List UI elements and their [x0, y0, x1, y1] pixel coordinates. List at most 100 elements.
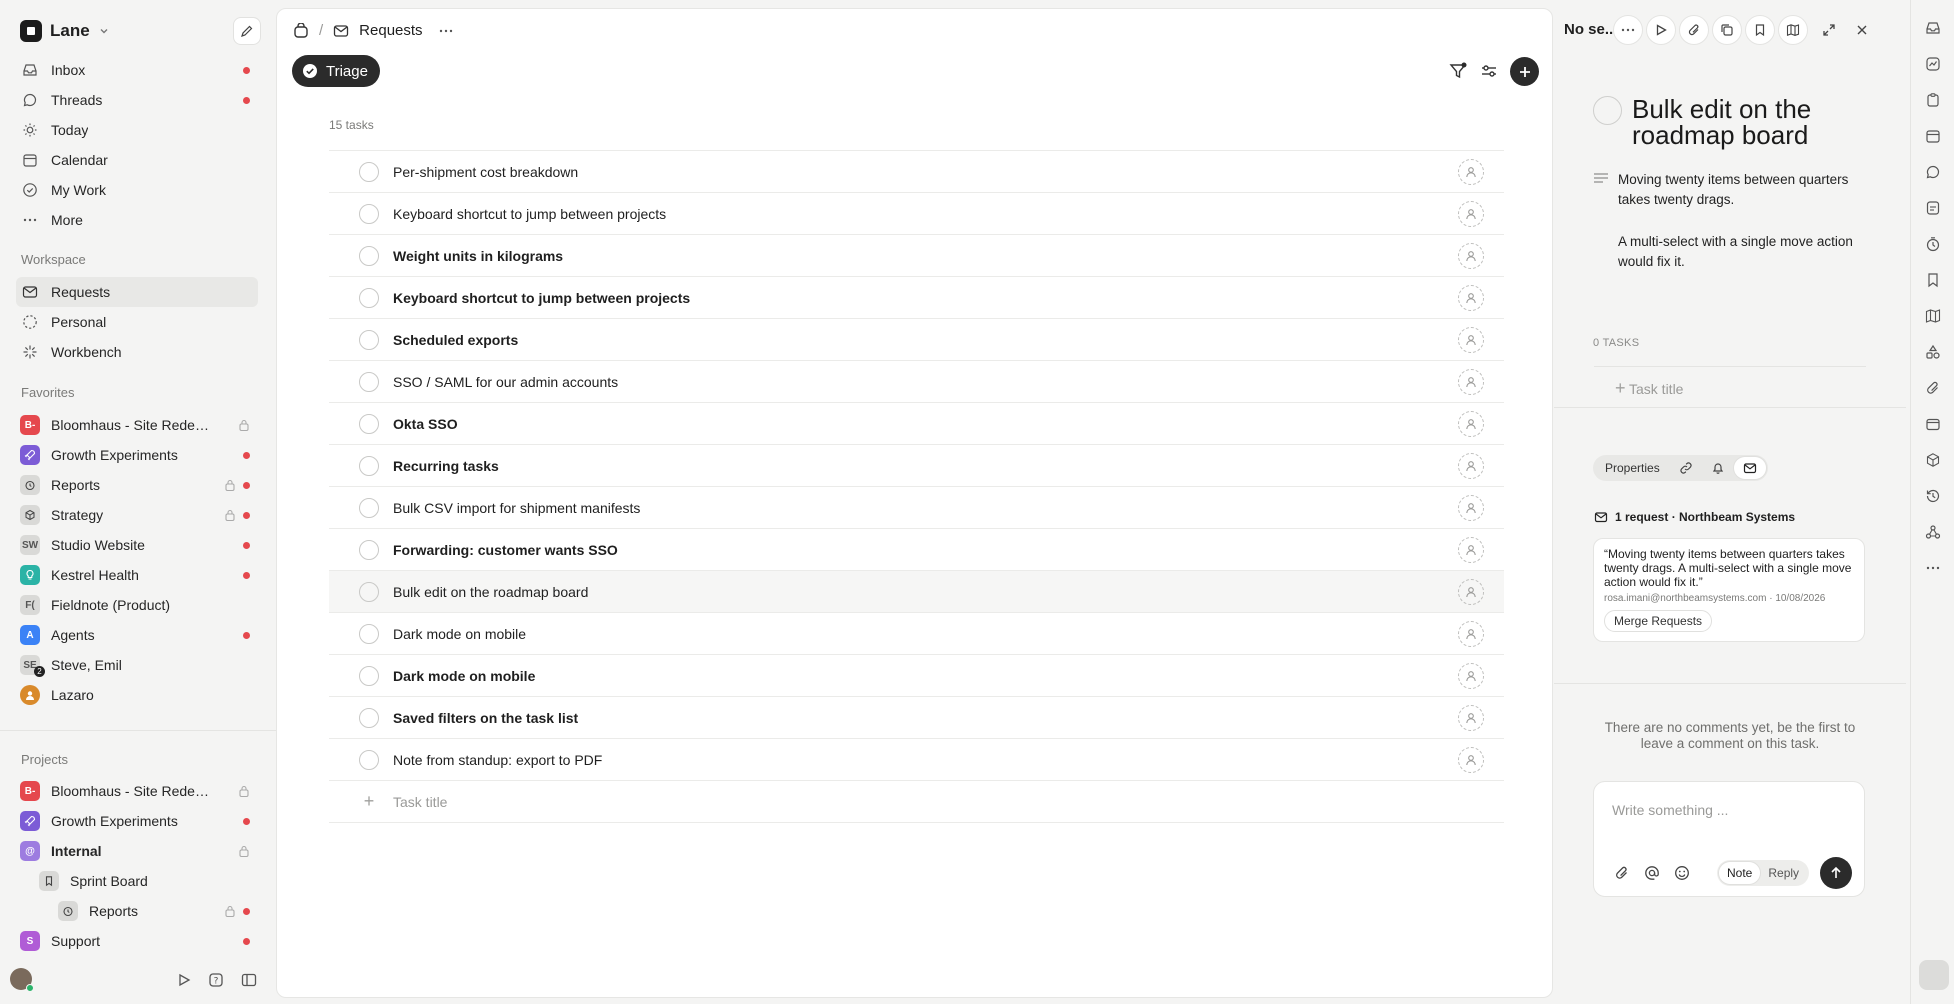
emoji-icon[interactable]	[1672, 863, 1692, 883]
assignee-icon[interactable]	[1458, 243, 1484, 269]
clipboard-icon[interactable]	[1923, 90, 1943, 110]
sidebar-item-inbox[interactable]: Inbox	[16, 55, 258, 85]
history-icon[interactable]	[1923, 486, 1943, 506]
mention-icon[interactable]	[1642, 863, 1662, 883]
sidebar-item-fieldnote-product[interactable]: F( Fieldnote (Product)	[16, 590, 258, 620]
task-checkbox[interactable]	[359, 371, 379, 392]
sidebar-item-reports[interactable]: Reports	[16, 896, 258, 926]
task-title[interactable]: Bulk edit on the roadmap board	[1632, 96, 1872, 148]
paperclip-icon[interactable]	[1923, 378, 1943, 398]
task-checkbox[interactable]	[359, 707, 379, 728]
shapes-icon[interactable]	[1923, 342, 1943, 362]
assistant-launcher[interactable]	[1919, 960, 1949, 990]
assignee-icon[interactable]	[1458, 621, 1484, 647]
inbox-icon[interactable]	[1923, 18, 1943, 38]
sidebar-item-more[interactable]: More	[16, 205, 258, 235]
request-card[interactable]: “Moving twenty items between quarters ta…	[1593, 538, 1865, 642]
map-icon[interactable]	[1923, 306, 1943, 326]
assignee-icon[interactable]	[1458, 705, 1484, 731]
roadmap-button[interactable]	[1778, 15, 1808, 45]
sidebar-item-steve-emil[interactable]: SE 2 Steve, Emil	[16, 650, 258, 680]
more-icon[interactable]	[1923, 558, 1943, 578]
assignee-icon[interactable]	[1458, 537, 1484, 563]
more-options-icon[interactable]	[439, 24, 453, 38]
sidebar-item-studio-website[interactable]: SW Studio Website	[16, 530, 258, 560]
activity-icon[interactable]	[1923, 54, 1943, 74]
document-icon[interactable]	[1923, 198, 1943, 218]
assignee-icon[interactable]	[1458, 495, 1484, 521]
comment-input[interactable]: Write something ...	[1612, 802, 1728, 818]
sidebar-item-requests[interactable]: Requests	[16, 277, 258, 307]
task-row[interactable]: Bulk edit on the roadmap board	[329, 571, 1504, 613]
sidebar-item-my-work[interactable]: My Work	[16, 175, 258, 205]
start-button[interactable]	[1646, 15, 1676, 45]
subtask-title-input[interactable]: Task title	[1629, 381, 1683, 397]
task-row[interactable]: Recurring tasks	[329, 445, 1504, 487]
assignee-icon[interactable]	[1458, 663, 1484, 689]
send-button[interactable]	[1820, 857, 1852, 889]
play-icon[interactable]	[176, 972, 192, 988]
workspace-switcher[interactable]: Lane	[20, 20, 110, 42]
sidebar-item-lazaro[interactable]: Lazaro	[16, 680, 258, 710]
task-description[interactable]: Moving twenty items between quarters tak…	[1618, 170, 1868, 272]
compose-button[interactable]	[233, 17, 261, 45]
reply-option[interactable]: Reply	[1760, 862, 1807, 884]
task-row[interactable]: Weight units in kilograms	[329, 235, 1504, 277]
wallet-icon[interactable]	[1923, 414, 1943, 434]
display-options-button[interactable]	[1476, 58, 1502, 84]
new-task-input[interactable]: Task title	[393, 794, 447, 810]
task-row[interactable]: Saved filters on the task list	[329, 697, 1504, 739]
assignee-icon[interactable]	[1458, 453, 1484, 479]
sidebar-item-today[interactable]: Today	[16, 115, 258, 145]
task-row[interactable]: SSO / SAML for our admin accounts	[329, 361, 1504, 403]
task-row[interactable]: Bulk CSV import for shipment manifests	[329, 487, 1504, 529]
tab-properties[interactable]: Properties	[1595, 457, 1670, 479]
tab-requests[interactable]	[1733, 457, 1766, 479]
new-task-row[interactable]: + Task title	[329, 781, 1504, 823]
task-checkbox[interactable]	[359, 287, 379, 308]
assignee-icon[interactable]	[1458, 327, 1484, 353]
assignee-icon[interactable]	[1458, 285, 1484, 311]
sidebar-item-workbench[interactable]: Workbench	[16, 337, 258, 367]
sidebar-item-personal[interactable]: Personal	[16, 307, 258, 337]
tab-links[interactable]	[1670, 457, 1702, 479]
sidebar-item-kestrel-health[interactable]: Kestrel Health	[16, 560, 258, 590]
close-button[interactable]	[1847, 15, 1877, 45]
task-checkbox[interactable]	[359, 161, 379, 182]
help-icon[interactable]: ?	[208, 972, 224, 988]
task-checkbox[interactable]	[359, 203, 379, 224]
task-checkbox[interactable]	[359, 455, 379, 476]
filter-button[interactable]	[1445, 58, 1471, 84]
task-checkbox[interactable]	[359, 245, 379, 266]
sidebar-item-sprint-board[interactable]: Sprint Board	[16, 866, 258, 896]
assignee-icon[interactable]	[1458, 411, 1484, 437]
sidebar-item-reports[interactable]: Reports	[16, 470, 258, 500]
task-checkbox[interactable]	[359, 749, 379, 770]
paperclip-icon[interactable]	[1612, 863, 1632, 883]
sidebar-item-agents[interactable]: A Agents	[16, 620, 258, 650]
breadcrumb-current[interactable]: Requests	[359, 22, 422, 39]
sidebar-item-calendar[interactable]: Calendar	[16, 145, 258, 175]
task-row[interactable]: Okta SSO	[329, 403, 1504, 445]
task-checkbox[interactable]	[359, 497, 379, 518]
duplicate-button[interactable]	[1712, 15, 1742, 45]
assignee-icon[interactable]	[1458, 369, 1484, 395]
assignee-icon[interactable]	[1458, 579, 1484, 605]
task-checkbox[interactable]	[359, 539, 379, 560]
task-checkbox[interactable]	[359, 623, 379, 644]
task-row[interactable]: Keyboard shortcut to jump between projec…	[329, 277, 1504, 319]
task-checkbox[interactable]	[359, 329, 379, 350]
package-icon[interactable]	[1923, 450, 1943, 470]
webhook-icon[interactable]	[1923, 522, 1943, 542]
bookmark-icon[interactable]	[1923, 270, 1943, 290]
expand-button[interactable]	[1814, 15, 1844, 45]
tab-notifications[interactable]	[1702, 457, 1734, 479]
task-status-checkbox[interactable]	[1593, 96, 1622, 125]
task-row[interactable]: Dark mode on mobile	[329, 655, 1504, 697]
sidebar-item-growth-experiments[interactable]: Growth Experiments	[16, 440, 258, 470]
sidebar-item-strategy[interactable]: Strategy	[16, 500, 258, 530]
view-triage-button[interactable]: Triage	[292, 55, 380, 87]
attach-button[interactable]	[1679, 15, 1709, 45]
sidebar-item-internal[interactable]: @ Internal	[16, 836, 258, 866]
sidebar-toggle-icon[interactable]	[241, 972, 257, 988]
